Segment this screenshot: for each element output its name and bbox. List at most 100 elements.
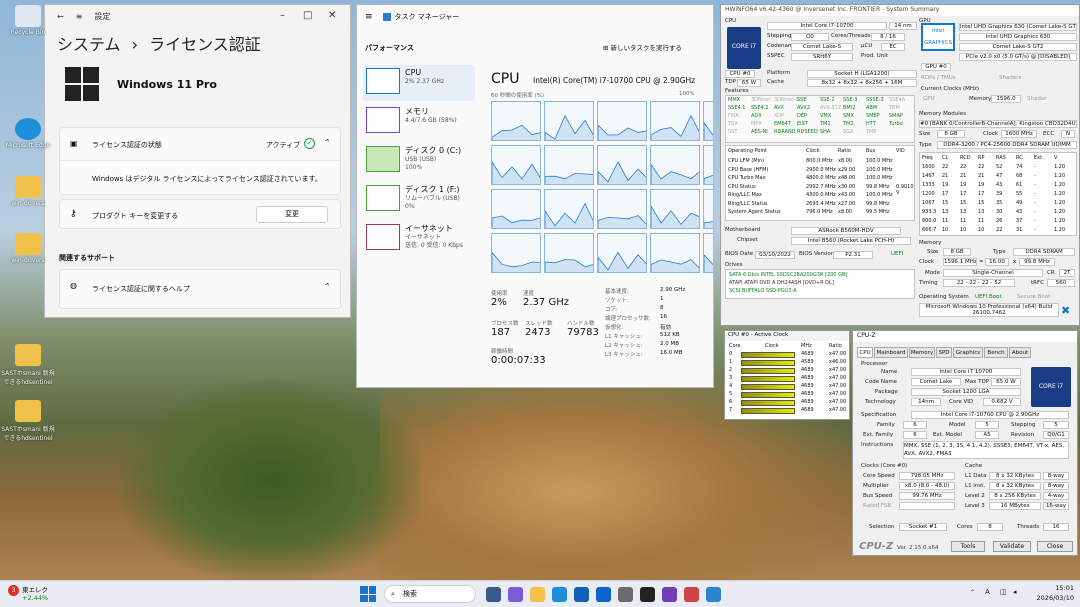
- bios-version-label: BIOS Version: [799, 251, 835, 257]
- back-arrow-icon[interactable]: ←: [57, 12, 64, 21]
- help-card[interactable]: ◍ ライセンス認証に関するヘルプ ⌃: [59, 269, 341, 309]
- cpuz-tab-graphics[interactable]: Graphics: [953, 347, 983, 358]
- tm-side-item[interactable]: ディスク 1 (F:) リムーバブル (USB) 0%: [363, 182, 475, 218]
- core-usage-line: [492, 215, 540, 228]
- socket-select[interactable]: Socket #1: [899, 523, 947, 531]
- chevron-up-icon[interactable]: ⌃: [324, 282, 331, 291]
- validate-button[interactable]: Validate: [993, 541, 1031, 552]
- timing-cell: -: [1034, 227, 1036, 233]
- hamburger-icon[interactable]: ≡: [365, 12, 373, 22]
- cpuz-tab-memory[interactable]: Memory: [909, 347, 935, 358]
- photos-icon[interactable]: [706, 587, 721, 602]
- settings-icon[interactable]: [618, 587, 633, 602]
- desktop-icon[interactable]: win-drivers: [0, 176, 56, 226]
- ime-indicator[interactable]: A: [985, 588, 990, 596]
- tools-button[interactable]: Tools: [951, 541, 985, 552]
- terminal-icon[interactable]: [640, 587, 655, 602]
- clock-bar: [741, 376, 795, 382]
- desktop-icon[interactable]: win-drivers: [0, 233, 56, 283]
- cache-field: 8x32 + 8x32 + 8x256 + 16M: [807, 79, 917, 87]
- chevron-up-icon[interactable]: ⌃: [970, 589, 975, 596]
- widget-name[interactable]: 東エレク: [22, 584, 48, 594]
- clock-cell: 0.9010 V: [896, 183, 914, 196]
- close-icon[interactable]: ✕: [328, 10, 336, 21]
- timing-cell: 17: [960, 191, 967, 197]
- copilot-icon[interactable]: [508, 587, 523, 602]
- module-type-field: DDR4-3200 / PC4-25600 DDR4 SDRAM UDIMM: [937, 141, 1077, 149]
- timing-cell: 43: [996, 182, 1003, 188]
- timing-cell: 800.0: [922, 218, 937, 224]
- start-icon[interactable]: [360, 586, 376, 602]
- cpuz-tab-cpu[interactable]: CPU: [857, 347, 873, 358]
- core-index: 6: [729, 399, 733, 405]
- feature-flag: AES-NI: [751, 129, 768, 135]
- change-key-button[interactable]: 変更: [256, 206, 328, 223]
- tm-side-item[interactable]: ディスク 0 (C:) USB (USB) 100%: [363, 143, 475, 179]
- volume-icon[interactable]: ◂: [1013, 588, 1017, 596]
- tm-side-item[interactable]: メモリ 4.4/7.6 GB (58%): [363, 104, 475, 140]
- weather-badge[interactable]: 3: [8, 585, 19, 596]
- rated-fsb-field: [899, 502, 955, 510]
- mem-timing-label: Timing: [919, 280, 938, 286]
- core-usage-area: [704, 174, 713, 184]
- desktop-icon[interactable]: Microsoft Edge: [0, 118, 56, 168]
- clock-bar: [741, 392, 795, 398]
- chevron-up-icon[interactable]: ⌃: [324, 138, 331, 147]
- intel-graphics-logo: intel GRAPHICS: [921, 23, 955, 51]
- close-button[interactable]: Close: [1037, 541, 1073, 552]
- clock-cell: CPU Turbo Max: [728, 175, 766, 181]
- cpuz-stepping-field: 5: [1043, 421, 1069, 429]
- store-icon[interactable]: [574, 587, 589, 602]
- timing-col-header: RP: [978, 155, 985, 161]
- edge-icon[interactable]: [552, 587, 567, 602]
- cpuz-tab-spd[interactable]: SPD: [936, 347, 952, 358]
- timing-table: Freq CL RCD RP RAS RC Ext. V 1600 22 22 22 52 74 - 1.20…: [919, 152, 1077, 236]
- cpuz-tab-bench[interactable]: Bench: [984, 347, 1008, 358]
- feature-flag: EM64T: [774, 121, 791, 127]
- bios-date-field: 03/10/2022: [755, 251, 795, 259]
- hwinfo-icon[interactable]: [684, 587, 699, 602]
- trfc-label: tRFC: [1031, 280, 1044, 286]
- hamburger-icon[interactable]: ≡: [76, 12, 83, 21]
- tdp-label: TDP: [725, 79, 736, 85]
- file-explorer-icon[interactable]: [530, 587, 545, 602]
- clock-time[interactable]: 15:01: [1040, 584, 1074, 592]
- tm-side-name: メモリ: [405, 107, 429, 116]
- tm-side-item[interactable]: イーサネット イーサネット 送信: 0 受信: 0 Kbps: [363, 221, 475, 257]
- spec-label: 論理プロセッサ数:: [605, 316, 651, 322]
- spec-value: 有効: [660, 325, 672, 331]
- core-ratio: x46.00: [829, 359, 847, 365]
- desktop-icon[interactable]: SASTホsmani 新規 できるhdsentinel: [0, 400, 56, 450]
- new-task-button[interactable]: ⊞ 新しいタスクを実行する: [603, 42, 682, 52]
- stat-label-proc: プロセス数: [491, 321, 519, 327]
- clock-cell: x8.00: [838, 209, 853, 215]
- gpu-select: GPU #0: [921, 63, 951, 71]
- cpuz-tab-about[interactable]: About: [1009, 347, 1031, 358]
- outlook-icon[interactable]: [596, 587, 611, 602]
- taskmgr-icon[interactable]: [662, 587, 677, 602]
- widgets-icon[interactable]: [486, 587, 501, 602]
- mem-x-sign: x: [1013, 259, 1017, 265]
- close-x-icon[interactable]: ✖: [1061, 305, 1073, 317]
- timing-cell: 17: [942, 191, 949, 197]
- features-label: Features: [725, 88, 749, 94]
- minimize-icon[interactable]: –: [280, 10, 285, 21]
- performance-heading: パフォーマンス: [365, 44, 414, 52]
- cpuz-tab-mainboard[interactable]: Mainboard: [874, 347, 908, 358]
- tm-side-name: ディスク 1 (F:): [405, 185, 460, 194]
- tm-side-item[interactable]: CPU 2% 2.37 GHz: [363, 65, 475, 101]
- taskbar-search[interactable]: ⌕ 検索: [384, 585, 476, 603]
- clock-date[interactable]: 2026/03/10: [1030, 594, 1074, 602]
- timing-cell: 19: [942, 182, 949, 188]
- clock-cell: 99.5 MHz: [866, 209, 890, 215]
- trfc-field: 560: [1047, 279, 1075, 287]
- desktop-icon[interactable]: SASTホsmani 新規 できるhdsentinel: [0, 344, 56, 394]
- cache-assoc-field: 8-way: [1043, 482, 1069, 490]
- breadcrumb-system[interactable]: システム: [57, 35, 121, 54]
- network-icon[interactable]: ◫: [1000, 588, 1007, 596]
- timing-cell: 15: [942, 200, 949, 206]
- clock-cell: 800.0 MHz: [806, 158, 833, 164]
- stat-label-uptime: 稼働時間: [491, 349, 514, 355]
- maximize-icon[interactable]: □: [303, 10, 312, 21]
- desktop-icon[interactable]: Recycle Bin: [0, 5, 56, 55]
